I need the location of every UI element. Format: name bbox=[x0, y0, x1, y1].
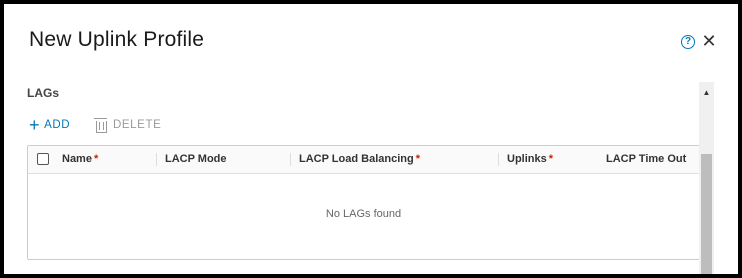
lags-table: Name * LACP Mode LACP Load Balancing * Upl… bbox=[27, 145, 700, 260]
required-mark: * bbox=[415, 153, 420, 165]
column-label: LACP Time Out bbox=[606, 153, 687, 165]
column-header-name[interactable]: Name * bbox=[54, 146, 154, 173]
trash-icon bbox=[94, 117, 107, 133]
dialog-title: New Uplink Profile bbox=[29, 28, 205, 51]
delete-lag-button[interactable]: DELETE bbox=[94, 116, 162, 134]
column-label: LACP Load Balancing bbox=[299, 153, 414, 165]
delete-label: DELETE bbox=[113, 119, 162, 131]
close-icon[interactable]: ✕ bbox=[701, 32, 717, 50]
column-header-lacp-load-balancing[interactable]: LACP Load Balancing * bbox=[290, 153, 498, 166]
column-label: Uplinks bbox=[507, 153, 547, 165]
lags-section-title: LAGs bbox=[27, 86, 60, 100]
column-label: Name bbox=[62, 153, 92, 165]
vertical-scrollbar[interactable]: ▲ bbox=[699, 82, 714, 274]
new-uplink-profile-dialog: New Uplink Profile ? ✕ LAGs + ADD DELETE… bbox=[4, 4, 738, 274]
help-icon[interactable]: ? bbox=[681, 35, 695, 49]
scroll-up-arrow-icon[interactable]: ▲ bbox=[699, 88, 714, 97]
scrollbar-thumb[interactable] bbox=[701, 154, 712, 274]
add-label: ADD bbox=[44, 119, 71, 131]
required-mark: * bbox=[548, 153, 554, 165]
column-header-uplinks[interactable]: Uplinks * bbox=[498, 153, 598, 166]
table-header: Name * LACP Mode LACP Load Balancing * Upl… bbox=[28, 146, 699, 174]
empty-state-text: No LAGs found bbox=[325, 208, 402, 220]
required-mark: * bbox=[93, 153, 99, 165]
plus-icon: + bbox=[29, 115, 41, 135]
column-label: LACP Mode bbox=[165, 153, 227, 165]
column-header-lacp-mode[interactable]: LACP Mode bbox=[156, 153, 290, 166]
column-header-lacp-time-out[interactable]: LACP Time Out bbox=[598, 146, 698, 173]
select-all-checkbox[interactable] bbox=[37, 153, 49, 165]
add-lag-button[interactable]: + ADD bbox=[29, 116, 70, 134]
